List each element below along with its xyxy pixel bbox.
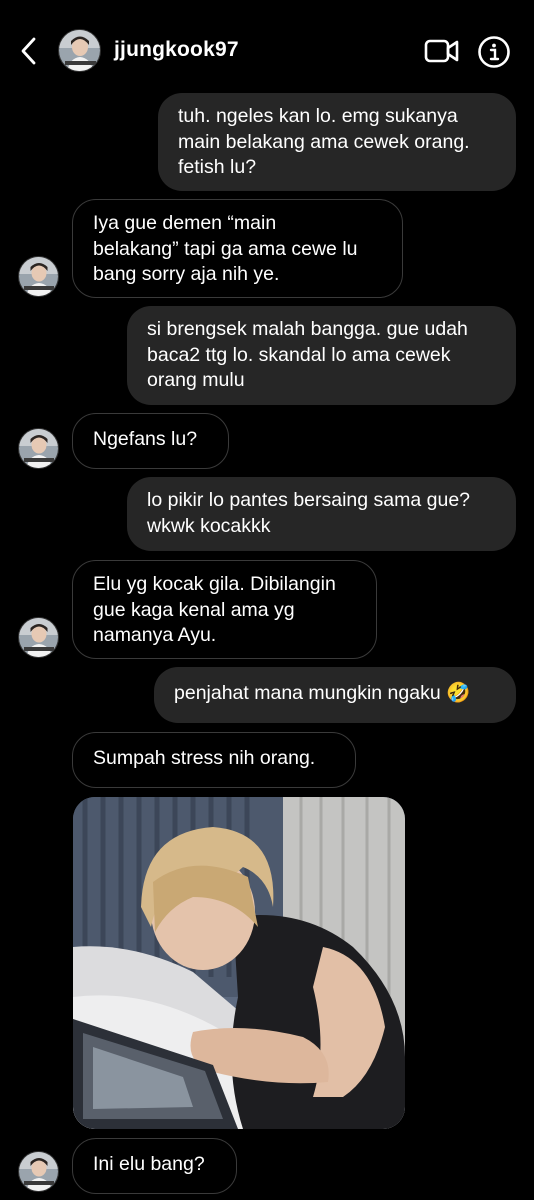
video-camera-icon (424, 39, 459, 63)
sender-avatar[interactable] (18, 617, 59, 658)
outgoing-message[interactable]: tuh. ngeles kan lo. emg sukanya main bel… (158, 93, 516, 191)
sender-avatar[interactable] (18, 256, 59, 297)
outgoing-message[interactable]: penjahat mana mungkin ngaku 🤣 (154, 667, 516, 723)
chat-header: jjungkook97 (0, 0, 534, 88)
contact-username[interactable]: jjungkook97 (114, 38, 239, 62)
sender-avatar[interactable] (18, 428, 59, 469)
chevron-left-icon (21, 37, 36, 65)
contact-avatar[interactable] (58, 29, 101, 72)
message-thread[interactable]: tuh. ngeles kan lo. emg sukanya main bel… (0, 88, 534, 1200)
incoming-message[interactable]: Iya gue demen “main belakang” tapi ga am… (72, 199, 403, 298)
sender-avatar[interactable] (18, 1151, 59, 1192)
incoming-message[interactable]: Sumpah stress nih orang. (72, 732, 356, 788)
outgoing-message[interactable]: si brengsek malah bangga. gue udah baca2… (127, 306, 516, 405)
incoming-message[interactable]: Elu yg kocak gila. Dibilangin gue kaga k… (72, 560, 377, 659)
incoming-message[interactable]: Ngefans lu? (72, 413, 229, 469)
shared-photo[interactable] (73, 797, 405, 1129)
outgoing-message[interactable]: lo pikir lo pantes bersaing sama gue? wk… (127, 477, 516, 551)
info-button[interactable] (477, 35, 511, 69)
incoming-message[interactable]: Ini elu bang? (72, 1138, 237, 1194)
video-call-button[interactable] (424, 36, 460, 66)
info-icon (478, 36, 510, 68)
back-button[interactable] (14, 34, 44, 68)
